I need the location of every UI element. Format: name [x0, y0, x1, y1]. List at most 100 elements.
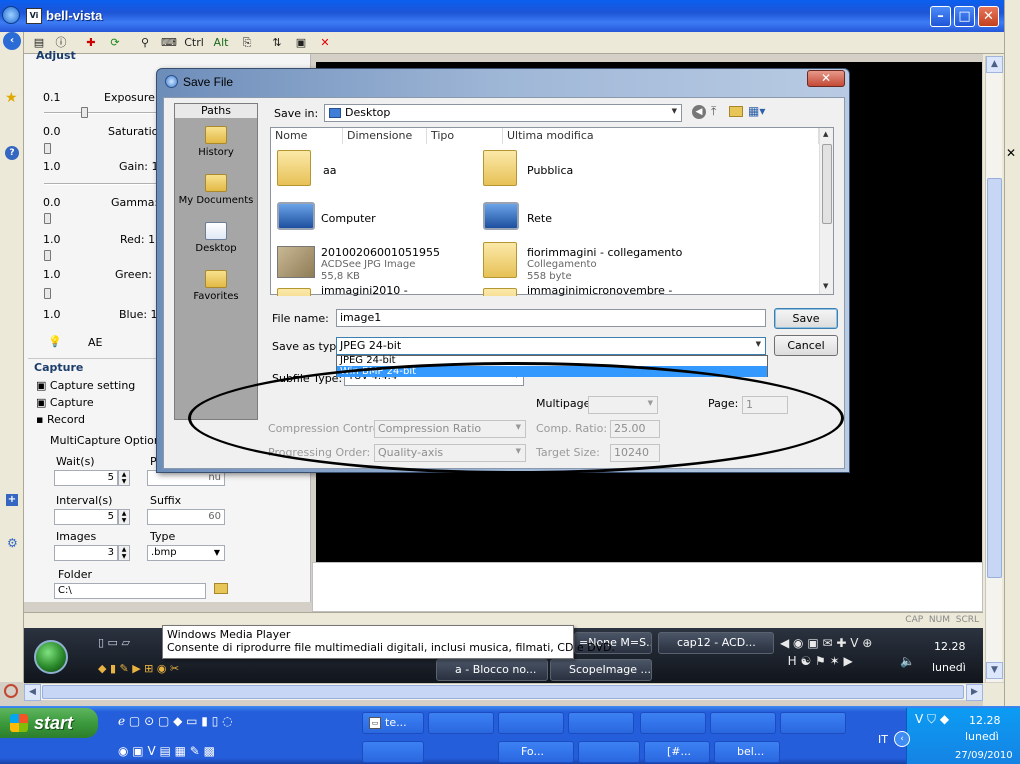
fullscreen-icon[interactable]: ✚: [82, 35, 100, 51]
tray-expand-icon[interactable]: ‹: [894, 731, 910, 747]
list-item[interactable]: Rete: [481, 196, 681, 240]
scroll-right-button[interactable]: ▶: [966, 684, 983, 701]
list-item[interactable]: Computer: [275, 196, 475, 240]
column-modified[interactable]: Ultima modifica: [503, 128, 819, 144]
refresh-icon[interactable]: ⟳: [106, 35, 124, 51]
copy-icon[interactable]: ⎘: [238, 35, 256, 51]
transfer-icon[interactable]: ⇅: [268, 35, 286, 51]
filename-input[interactable]: image1: [336, 309, 766, 327]
xp-task-5[interactable]: [640, 712, 706, 734]
view-menu-icon[interactable]: ▦▾: [748, 104, 765, 118]
scroll-thumb[interactable]: [987, 178, 1002, 578]
open-folder-icon[interactable]: [214, 583, 228, 594]
xp-task-11[interactable]: [#...: [644, 741, 710, 763]
images-field[interactable]: 3: [54, 545, 118, 561]
scroll-down-button[interactable]: ▼: [986, 662, 1003, 679]
folder-field[interactable]: C:\: [54, 583, 206, 599]
xp-task-3[interactable]: [498, 712, 564, 734]
back-folder-icon[interactable]: ◀: [692, 105, 706, 119]
vista-start-orb[interactable]: [34, 640, 68, 674]
plus-icon[interactable]: +: [6, 494, 18, 506]
ctrl-button[interactable]: Ctrl: [182, 35, 206, 51]
remote-task-4[interactable]: ScopeImage ...: [550, 659, 652, 681]
suffix-label: Suffix: [150, 494, 182, 507]
places-bar: Paths History My Documents Desktop Favor…: [174, 103, 258, 420]
scroll-up-button[interactable]: ▲: [986, 56, 1003, 73]
save-in-select[interactable]: Desktop ▼: [324, 104, 682, 122]
window-titlebar[interactable]: Vi bell-vista – □ ✕: [0, 0, 1004, 32]
xp-task-2[interactable]: [428, 712, 494, 734]
save-button[interactable]: Save: [774, 308, 838, 329]
minimize-button[interactable]: –: [930, 6, 951, 27]
cancel-button[interactable]: Cancel: [774, 335, 838, 356]
column-name[interactable]: Nome: [271, 128, 343, 144]
column-size[interactable]: Dimensione: [343, 128, 427, 144]
list-item[interactable]: immagini2010 - collegamento: [275, 286, 479, 296]
xp-clock[interactable]: 12.28: [969, 714, 1001, 727]
scroll-left-button[interactable]: ◀: [24, 684, 41, 701]
language-indicator[interactable]: IT: [878, 733, 888, 746]
record-item[interactable]: ▪ Record: [36, 413, 85, 426]
capture-item[interactable]: ▣ Capture: [36, 396, 94, 409]
saveas-select[interactable]: JPEG 24-bit ▼: [336, 337, 766, 355]
xp-task-10[interactable]: [578, 741, 640, 763]
type-select[interactable]: .bmp ▼: [147, 545, 225, 561]
place-history[interactable]: History: [175, 126, 257, 158]
up-folder-icon[interactable]: ⤒: [711, 104, 716, 119]
list-item[interactable]: 20100206001051955 ACDSee JPG Image 55,8 …: [275, 240, 479, 286]
list-item[interactable]: Pubblica: [481, 148, 681, 192]
alt-button[interactable]: Alt: [210, 35, 232, 51]
vnc-icon: Vi: [26, 8, 42, 24]
binoculars-icon[interactable]: ⚲: [136, 35, 154, 51]
block-icon[interactable]: [4, 684, 18, 698]
place-desktop[interactable]: Desktop: [175, 222, 257, 254]
interval-field[interactable]: 5: [54, 509, 118, 525]
scroll-corner: [983, 683, 1004, 706]
folder-label: Folder: [58, 568, 92, 581]
column-type[interactable]: Tipo: [427, 128, 503, 144]
interval-stepper[interactable]: ▲ ▼: [118, 509, 130, 525]
file-list[interactable]: Nome Dimensione Tipo Ultima modifica aa …: [270, 127, 834, 296]
scroll-up-icon[interactable]: ▲: [823, 130, 828, 138]
suffix-field[interactable]: 60: [147, 509, 225, 525]
star-icon[interactable]: ★: [5, 90, 18, 106]
xp-task-8[interactable]: [362, 741, 424, 763]
maximize-button[interactable]: □: [954, 6, 975, 27]
xp-task-4[interactable]: [568, 712, 634, 734]
capture-setting-item[interactable]: ▣ Capture setting: [36, 379, 135, 392]
speaker-icon[interactable]: 🔈: [900, 654, 915, 668]
help-icon[interactable]: ?: [5, 146, 19, 160]
new-folder-icon[interactable]: [729, 106, 743, 117]
xp-task-7[interactable]: [780, 712, 846, 734]
file-list-scroll-thumb[interactable]: [822, 144, 832, 224]
save-icon[interactable]: ▣: [292, 35, 310, 51]
dialog-close-button[interactable]: ✕: [807, 70, 845, 87]
images-stepper[interactable]: ▲ ▼: [118, 545, 130, 561]
remote-task-2[interactable]: cap12 - ACD...: [658, 632, 774, 654]
place-my-documents[interactable]: My Documents: [175, 174, 257, 206]
gear-icon[interactable]: ⚙: [7, 536, 18, 550]
horizontal-scrollbar[interactable]: ◀ ▶: [24, 683, 983, 701]
remote-clock[interactable]: 12.28: [934, 640, 966, 653]
xp-task-6[interactable]: [710, 712, 776, 734]
place-favorites[interactable]: Favorites: [175, 270, 257, 302]
list-item[interactable]: fiorimmagini - collegamento Collegamento…: [481, 240, 691, 286]
lightbulb-icon[interactable]: 💡: [48, 335, 62, 348]
wait-field[interactable]: 5: [54, 470, 118, 486]
xp-task-9[interactable]: Fo...: [498, 741, 574, 763]
disconnect-icon[interactable]: ✕: [316, 35, 334, 51]
list-item[interactable]: immaginimicronovembre -: [481, 286, 691, 296]
remote-task-3[interactable]: a - Blocco no...: [436, 659, 548, 681]
back-icon[interactable]: ‹: [3, 32, 21, 50]
hscroll-thumb[interactable]: [42, 685, 964, 699]
close-button[interactable]: ✕: [978, 6, 999, 27]
xp-task-12[interactable]: bel...: [714, 741, 780, 763]
file-list-scrollbar[interactable]: ▲ ▼: [819, 128, 833, 294]
wait-stepper[interactable]: ▲ ▼: [118, 470, 130, 486]
browser-close-icon[interactable]: ✕: [1006, 146, 1016, 160]
scroll-down-icon[interactable]: ▼: [823, 282, 828, 290]
list-item[interactable]: aa: [275, 148, 475, 192]
keyboard-icon[interactable]: ⌨: [160, 35, 178, 51]
camera-icon: ▣: [36, 396, 47, 409]
vertical-scrollbar[interactable]: ▲ ▼: [985, 56, 1003, 682]
